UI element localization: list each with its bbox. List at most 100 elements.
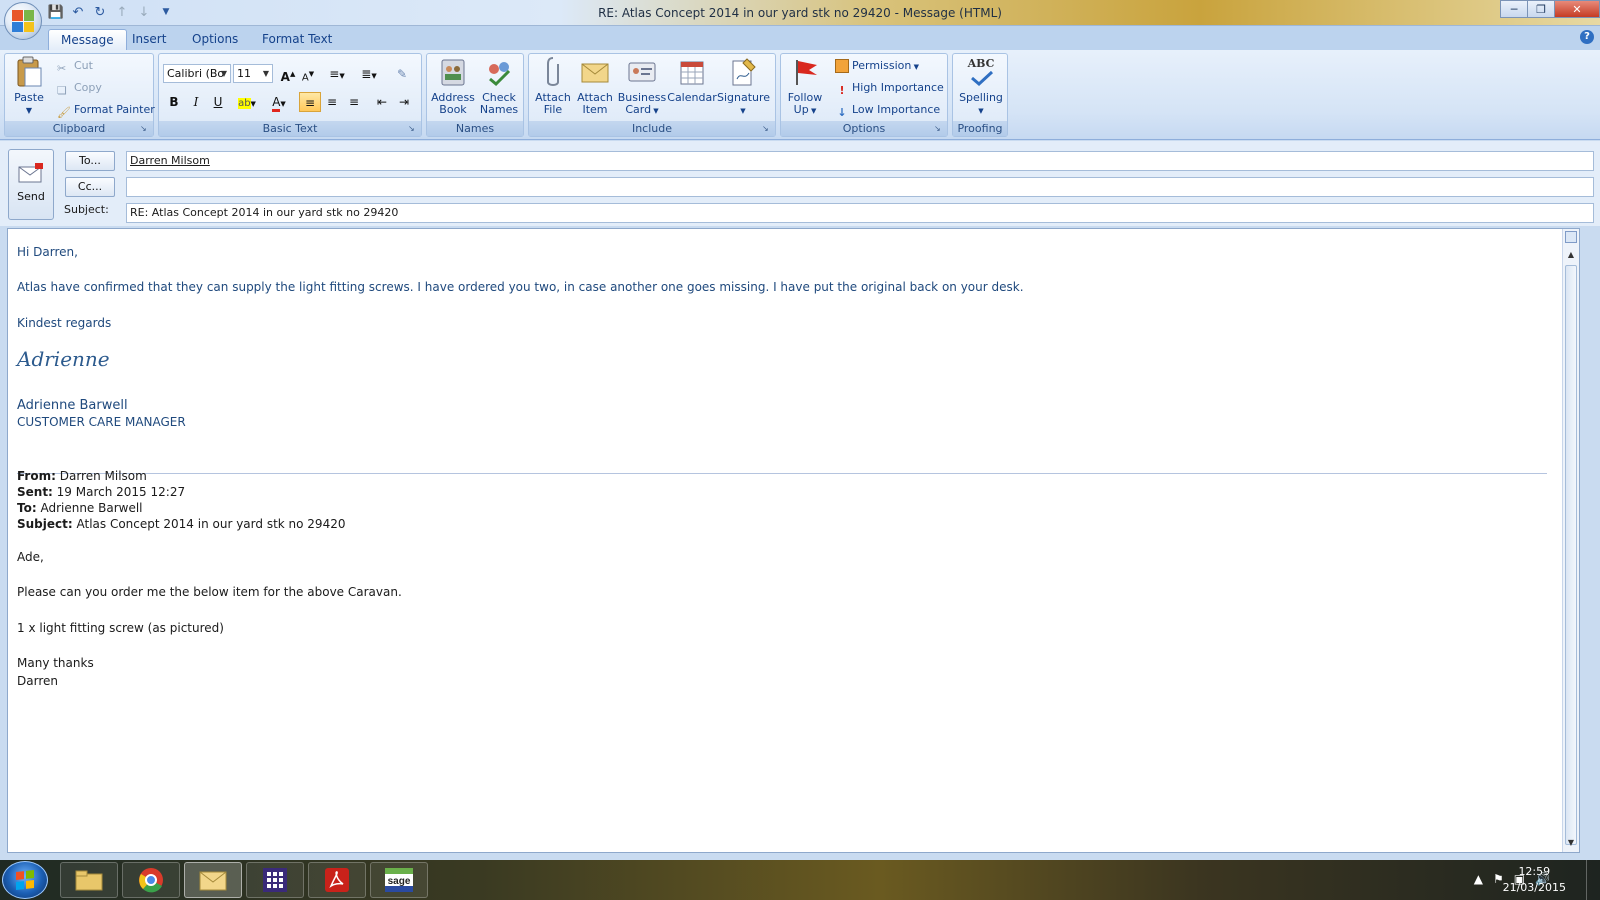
- taskbar-grid-app[interactable]: [246, 862, 304, 898]
- names-group: Address Book Check Names Names: [426, 53, 524, 137]
- clock[interactable]: 12:59 21/03/2015: [1503, 864, 1566, 896]
- scroll-up-arrow-icon[interactable]: ▲: [1565, 249, 1577, 261]
- close-button[interactable]: ✕: [1554, 0, 1600, 18]
- check-names-icon: [483, 56, 515, 88]
- check-names-button[interactable]: Check Names: [477, 56, 521, 120]
- format-painter-button[interactable]: 🖌 Format Painter: [57, 100, 155, 120]
- low-importance-button[interactable]: ↓ Low Importance: [835, 100, 940, 120]
- include-label: Include: [529, 121, 775, 136]
- taskbar-acrobat[interactable]: [308, 862, 366, 898]
- bold-button[interactable]: B: [163, 92, 185, 112]
- shrink-font-button[interactable]: A▼: [297, 64, 319, 84]
- quoted-from: From: Darren Milsom: [17, 469, 147, 483]
- decrease-indent-button[interactable]: ⇤: [371, 92, 393, 112]
- svg-text:sage: sage: [388, 876, 411, 887]
- grow-font-button[interactable]: A▲: [277, 64, 299, 84]
- recipient-name[interactable]: Darren Milsom: [130, 154, 210, 167]
- decrease-indent-icon: ⇤: [376, 95, 388, 109]
- high-importance-button[interactable]: ! High Importance: [835, 78, 943, 98]
- align-left-button[interactable]: ≡: [299, 92, 321, 112]
- subject-label: Subject:: [64, 203, 109, 216]
- vertical-scrollbar[interactable]: ▲ ▼: [1562, 229, 1579, 852]
- paste-button[interactable]: Paste ▼: [7, 56, 51, 120]
- highlight-button[interactable]: ab▼: [233, 92, 261, 112]
- spelling-button[interactable]: ABC Spelling ▼: [957, 56, 1005, 120]
- basic-text-label: Basic Text: [159, 121, 421, 136]
- help-icon[interactable]: ?: [1580, 30, 1594, 44]
- taskbar-sage[interactable]: sage: [370, 862, 428, 898]
- signature-button[interactable]: Signature ▼: [717, 56, 770, 120]
- to-button[interactable]: To...: [65, 151, 115, 171]
- options-launcher-icon[interactable]: ↘: [934, 124, 944, 134]
- address-book-button[interactable]: Address Book: [431, 56, 475, 120]
- view-toggle-icon[interactable]: [1565, 231, 1577, 243]
- paintbrush-icon: 🖌: [57, 106, 71, 119]
- folder-icon: [75, 870, 103, 891]
- clipboard-label: Clipboard: [5, 121, 153, 136]
- envelope-icon: [579, 56, 611, 88]
- bullets-button[interactable]: ≡▼: [323, 64, 351, 84]
- copy-button[interactable]: ❏ Copy: [57, 78, 102, 98]
- quoted-name: Darren: [17, 674, 58, 688]
- increase-indent-button[interactable]: ⇥: [393, 92, 415, 112]
- show-desktop-button[interactable]: [1586, 860, 1600, 900]
- windows-logo-icon: [16, 870, 34, 890]
- tab-format-text[interactable]: Format Text: [250, 29, 344, 50]
- taskbar: sage ▲ ⚑ ▣ 🔊 12:59 21/03/2015: [0, 860, 1600, 900]
- to-field[interactable]: Darren Milsom: [126, 151, 1594, 171]
- grid-app-icon: [263, 868, 287, 892]
- clipboard-launcher-icon[interactable]: ↘: [140, 124, 150, 134]
- calendar-icon: [676, 56, 708, 88]
- ribbon-tabs: Message Insert Options Format Text ?: [0, 26, 1600, 50]
- quoted-greeting: Ade,: [17, 550, 44, 564]
- tab-message[interactable]: Message: [48, 29, 127, 50]
- show-hidden-icons-icon[interactable]: ▲: [1474, 872, 1483, 886]
- align-center-button[interactable]: ≡: [321, 92, 343, 112]
- business-card-button[interactable]: Business Card ▼: [617, 56, 667, 120]
- italic-button[interactable]: I: [185, 92, 207, 112]
- tab-options[interactable]: Options: [180, 29, 250, 50]
- align-right-icon: ≡: [348, 95, 360, 109]
- office-button[interactable]: [4, 2, 42, 40]
- exclamation-icon: !: [839, 84, 845, 97]
- options-group: Follow Up ▼ Permission ▼ ! High Importance…: [780, 53, 948, 137]
- signature-icon: [727, 56, 759, 88]
- tab-insert[interactable]: Insert: [120, 29, 178, 50]
- address-book-icon: [437, 56, 469, 88]
- taskbar-chrome[interactable]: [122, 862, 180, 898]
- font-name-combo[interactable]: Calibri (Bo ▼: [163, 64, 231, 83]
- permission-button[interactable]: Permission ▼: [835, 56, 919, 76]
- font-color-button[interactable]: A▼: [265, 92, 293, 112]
- scroll-down-arrow-icon[interactable]: ▼: [1565, 837, 1577, 849]
- minimize-button[interactable]: ─: [1500, 0, 1528, 18]
- numbering-button[interactable]: ≣▼: [355, 64, 383, 84]
- follow-up-button[interactable]: Follow Up ▼: [783, 56, 827, 120]
- clear-formatting-button[interactable]: ✎: [391, 64, 413, 84]
- window-title: RE: Atlas Concept 2014 in our yard stk n…: [598, 6, 1002, 20]
- signature-script: Adrienne: [17, 347, 110, 371]
- start-button[interactable]: [2, 861, 48, 899]
- include-launcher-icon[interactable]: ↘: [762, 124, 772, 134]
- cc-button[interactable]: Cc...: [65, 177, 115, 197]
- calendar-button[interactable]: Calendar: [667, 56, 717, 120]
- cut-button[interactable]: ✂ Cut: [57, 56, 93, 76]
- subject-field[interactable]: RE: Atlas Concept 2014 in our yard stk n…: [126, 203, 1594, 223]
- align-right-button[interactable]: ≡: [343, 92, 365, 112]
- paste-icon: [13, 56, 45, 88]
- cc-field[interactable]: [126, 177, 1594, 197]
- message-body[interactable]: Hi Darren, Atlas have confirmed that the…: [7, 228, 1580, 853]
- office-logo-icon: [12, 10, 34, 32]
- taskbar-outlook[interactable]: [184, 862, 242, 898]
- font-size-combo[interactable]: 11 ▼: [233, 64, 273, 83]
- maximize-button[interactable]: ❐: [1527, 0, 1555, 18]
- proofing-label: Proofing: [953, 121, 1007, 136]
- attach-file-button[interactable]: Attach File: [531, 56, 575, 120]
- clock-date: 21/03/2015: [1502, 881, 1566, 894]
- scrollbar-thumb[interactable]: [1565, 265, 1577, 845]
- attach-item-button[interactable]: Attach Item: [573, 56, 617, 120]
- taskbar-explorer[interactable]: [60, 862, 118, 898]
- send-button[interactable]: Send: [8, 149, 54, 220]
- align-left-icon: ≡: [304, 96, 316, 110]
- basic-text-launcher-icon[interactable]: ↘: [408, 124, 418, 134]
- underline-button[interactable]: U: [207, 92, 229, 112]
